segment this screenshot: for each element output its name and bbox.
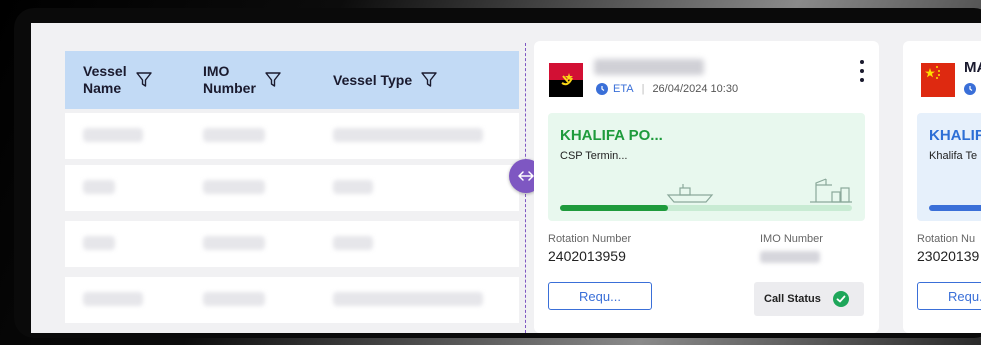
blurred-cell xyxy=(333,128,483,142)
filter-icon[interactable] xyxy=(264,71,282,89)
china-flag-icon xyxy=(921,63,955,97)
voyage-progress-bar xyxy=(560,205,852,211)
separator: | xyxy=(641,83,645,95)
rotation-number-label: Rotation Number xyxy=(548,233,632,245)
rotation-number-value: 2402013959 xyxy=(548,248,626,264)
blurred-cell xyxy=(83,236,115,250)
rotation-number-value: 23020139 xyxy=(917,248,980,264)
vessel-name-blurred xyxy=(594,59,704,75)
table-row[interactable] xyxy=(65,277,519,323)
blurred-cell xyxy=(203,180,265,194)
column-header-imo-number[interactable]: IMO Number xyxy=(203,51,282,109)
blurred-cell xyxy=(83,292,143,306)
request-button[interactable]: Requ... xyxy=(917,282,981,310)
vessel-call-card[interactable]: ETA | 26/04/2024 10:30 KHALIFA PO... CSP… xyxy=(534,41,879,333)
terminal-panel: KHALIF Khalifa Te xyxy=(917,113,981,221)
blurred-cell xyxy=(83,180,115,194)
vessel-table: Vessel Name IMO Number Vessel Type xyxy=(65,51,519,333)
ship-icon xyxy=(666,184,714,203)
blurred-cell xyxy=(333,292,483,306)
request-button[interactable]: Requ... xyxy=(548,282,652,310)
terminal-subtitle: Khalifa Te xyxy=(929,150,978,162)
angola-flag-icon xyxy=(549,63,583,97)
column-label: IMO Number xyxy=(203,63,256,96)
eta-row: ETA | 26/04/2024 10:30 xyxy=(596,83,738,95)
progress-fill xyxy=(560,205,669,211)
blurred-cell xyxy=(333,236,373,250)
terminal-panel: KHALIFA PO... CSP Termin... xyxy=(548,113,865,221)
blurred-cell xyxy=(203,236,265,250)
terminal-subtitle: CSP Termin... xyxy=(560,150,628,162)
blurred-cell xyxy=(203,292,265,306)
check-circle-icon xyxy=(832,291,849,307)
call-status-badge[interactable]: Call Status xyxy=(754,282,864,316)
vessel-name: MA xyxy=(964,59,981,76)
blurred-cell xyxy=(83,128,143,142)
terminal-name: KHALIF xyxy=(929,127,981,144)
table-row[interactable] xyxy=(65,165,519,211)
port-crane-icon xyxy=(810,178,852,203)
voyage-progress-bar xyxy=(929,205,981,211)
table-row[interactable] xyxy=(65,221,519,267)
rotation-number-label: Rotation Nu xyxy=(917,233,976,245)
eta-label: ETA xyxy=(613,83,634,95)
column-header-vessel-type[interactable]: Vessel Type xyxy=(333,51,438,109)
blurred-cell xyxy=(333,180,373,194)
vessel-call-card[interactable]: MA KHALIF Khalifa Te Rotation Nu 2302013… xyxy=(903,41,981,333)
blurred-cell xyxy=(203,128,265,142)
imo-number-label: IMO Number xyxy=(760,233,823,245)
table-header: Vessel Name IMO Number Vessel Type xyxy=(65,51,519,109)
column-header-vessel-name[interactable]: Vessel Name xyxy=(83,51,153,109)
column-label: Vessel Type xyxy=(333,71,413,88)
imo-number-blurred xyxy=(760,251,820,263)
eta-time: 26/04/2024 10:30 xyxy=(652,83,739,95)
terminal-name: KHALIFA PO... xyxy=(560,127,663,144)
clock-icon xyxy=(596,83,608,95)
call-status-label: Call Status xyxy=(764,293,821,305)
more-options-icon[interactable] xyxy=(859,60,865,82)
clock-icon xyxy=(964,83,976,95)
filter-icon[interactable] xyxy=(420,71,438,89)
app-screen: Vessel Name IMO Number Vessel Type ETA |… xyxy=(31,23,981,333)
column-label: Vessel Name xyxy=(83,63,127,96)
table-row[interactable] xyxy=(65,113,519,159)
filter-icon[interactable] xyxy=(135,71,153,89)
